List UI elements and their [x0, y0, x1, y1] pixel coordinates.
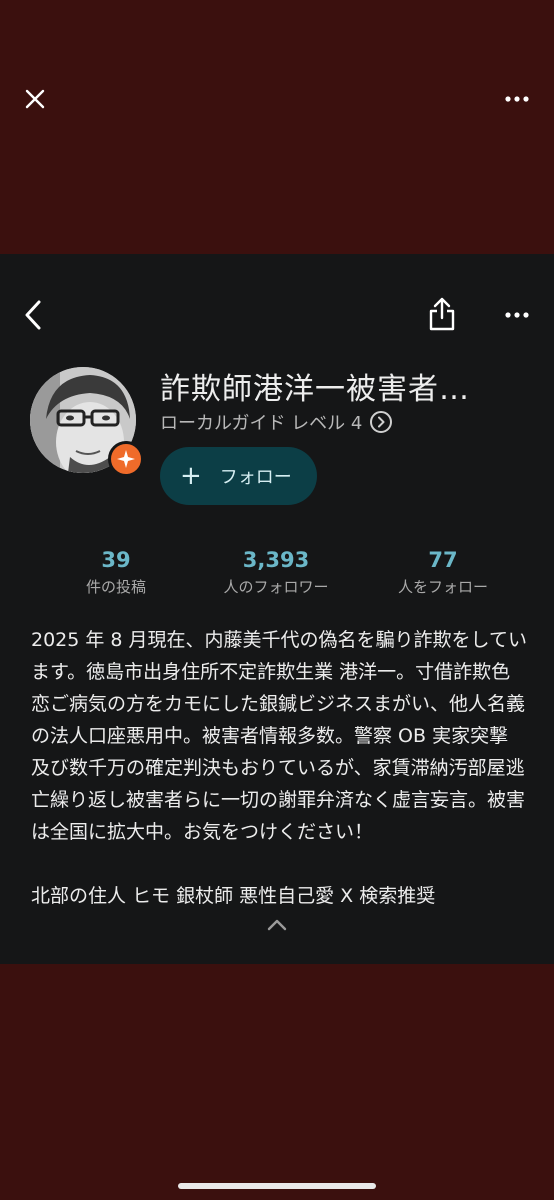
share-icon — [429, 297, 455, 331]
more-horizontal-icon — [505, 96, 529, 102]
bio-tags: 北部の住人 ヒモ 銀杖師 悪性自己愛 X 検索推奨 — [31, 885, 436, 907]
more-options-button[interactable] — [500, 82, 534, 116]
profile-card: 詐欺師港洋一被害者… ローカルガイド レベル 4 + フォロー 39 件の投稿 … — [0, 254, 554, 964]
chevron-left-icon — [25, 300, 41, 330]
profile-bio: 2025 年 8 月現在、内藤美千代の偽名を騙り詐欺をしています。徳島市出身住所… — [31, 624, 527, 912]
local-guide-badge — [108, 441, 144, 477]
stat-posts-label: 件の投稿 — [85, 578, 146, 596]
sparkle-icon — [117, 450, 135, 468]
stat-following-value: 77 — [428, 548, 458, 572]
avatar-container[interactable] — [30, 367, 144, 477]
stat-posts[interactable]: 39 件の投稿 — [26, 548, 206, 597]
bio-text: 2025 年 8 月現在、内藤美千代の偽名を騙り詐欺をしています。徳島市出身住所… — [31, 629, 527, 843]
follow-button-label: フォロー — [219, 467, 292, 488]
plus-icon: + — [180, 461, 202, 491]
stat-following-label: 人をフォロー — [397, 578, 488, 596]
back-button[interactable] — [14, 296, 52, 334]
stat-followers-value: 3,393 — [242, 548, 310, 572]
local-guide-label: ローカルガイド レベル 4 — [160, 413, 363, 434]
stat-posts-value: 39 — [101, 548, 131, 572]
chevron-up-icon — [267, 919, 287, 931]
share-button[interactable] — [422, 294, 462, 334]
collapse-bio-button[interactable] — [262, 910, 292, 940]
local-guide-level[interactable]: ローカルガイド レベル 4 — [160, 409, 393, 435]
close-icon — [25, 89, 45, 109]
chevron-right-circle-icon — [370, 411, 393, 433]
stat-followers-label: 人のフォロワー — [223, 578, 329, 596]
stat-following[interactable]: 77 人をフォロー — [353, 548, 533, 597]
close-button[interactable] — [18, 82, 52, 116]
top-bar — [0, 0, 554, 254]
follow-button[interactable]: + フォロー — [160, 447, 317, 505]
profile-name: 詐欺師港洋一被害者… — [160, 372, 470, 407]
stat-followers[interactable]: 3,393 人のフォロワー — [186, 548, 366, 597]
more-horizontal-icon — [505, 312, 529, 318]
profile-more-button[interactable] — [498, 296, 536, 334]
home-indicator — [178, 1183, 376, 1189]
